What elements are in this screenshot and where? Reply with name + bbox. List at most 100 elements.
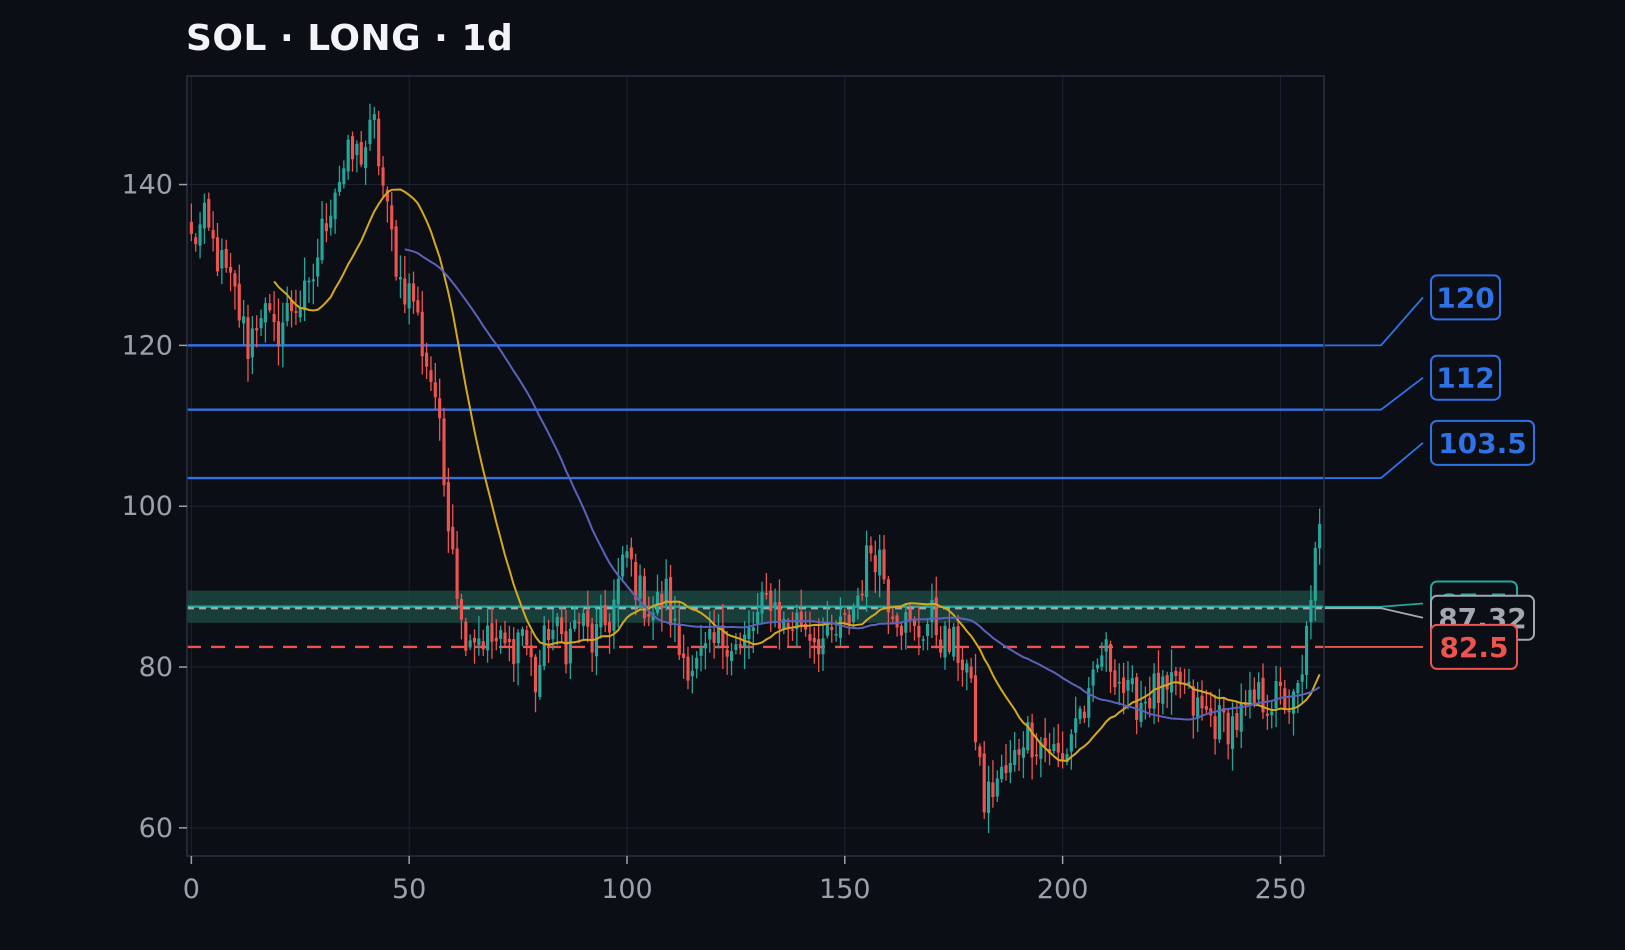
candle-body [547, 629, 551, 641]
candle [1065, 748, 1069, 766]
candle-body [1204, 706, 1208, 710]
candle-body [786, 623, 790, 628]
candle [952, 623, 956, 661]
candle [250, 316, 254, 375]
candle-body [1004, 765, 1008, 774]
candle-body [939, 639, 943, 653]
candle-body [712, 632, 716, 643]
candle-body [747, 627, 751, 639]
candle-body [1318, 524, 1322, 549]
candle-body [734, 644, 738, 651]
candle [381, 156, 385, 197]
candle-body [255, 328, 259, 331]
candle-body [873, 555, 877, 573]
candle-body [316, 257, 320, 277]
candle-body [790, 629, 795, 631]
candle-body [568, 628, 572, 664]
candle-body [1108, 643, 1113, 672]
candle-body [1135, 677, 1139, 720]
candle-body [642, 576, 646, 619]
candle [320, 201, 324, 264]
candle-body [503, 632, 507, 644]
candle-body [394, 226, 398, 277]
candle-body [1287, 710, 1291, 713]
candle [499, 625, 503, 654]
candle [272, 291, 276, 342]
candle [411, 271, 416, 314]
candle-body [1030, 722, 1034, 758]
candle [1078, 705, 1082, 724]
candle [547, 619, 551, 663]
candle-body [629, 547, 633, 560]
candle-body [695, 657, 699, 669]
candle [211, 211, 215, 252]
candle [207, 192, 211, 231]
candle [625, 544, 629, 568]
candle [895, 612, 899, 637]
candle-body [468, 640, 472, 648]
candle-body [956, 626, 960, 664]
candle [1004, 744, 1008, 781]
candle-body [551, 629, 555, 640]
candle [1148, 676, 1152, 718]
candle-body [433, 382, 437, 398]
candle [407, 273, 411, 325]
candle-body [1296, 682, 1300, 694]
candle-body [350, 136, 355, 160]
candle [194, 233, 198, 252]
candle [743, 621, 747, 669]
candle [1026, 716, 1030, 754]
candle-body [438, 398, 442, 419]
candle-body [281, 322, 285, 345]
candle [233, 270, 237, 310]
candle [1122, 662, 1126, 715]
candle [1047, 732, 1052, 766]
candle [220, 238, 224, 285]
candle [695, 651, 699, 679]
candle [973, 653, 978, 751]
candle [281, 302, 285, 368]
candle [660, 580, 664, 632]
candle [285, 286, 289, 327]
candle-body [917, 625, 921, 638]
candle [629, 537, 633, 577]
candle-body [320, 218, 324, 261]
candle [725, 631, 729, 675]
candle-body [329, 215, 333, 228]
candle-body [1174, 670, 1178, 676]
candle-body [1278, 681, 1283, 686]
candle [1017, 738, 1021, 771]
candle [1095, 658, 1100, 673]
candle [1143, 686, 1147, 720]
candle [1087, 677, 1091, 728]
candle-body [812, 637, 816, 643]
candle [516, 629, 520, 686]
y-tick-label: 120 [121, 330, 173, 361]
candle-body [1248, 689, 1252, 704]
candle [1008, 740, 1012, 784]
candle [1265, 694, 1269, 730]
candle-body [259, 318, 263, 329]
candle [1257, 672, 1261, 707]
candle-body [969, 666, 973, 679]
candle [1104, 632, 1108, 672]
candle-body [220, 250, 224, 269]
candle-body [1082, 711, 1086, 719]
candle-body [777, 601, 782, 629]
candle [899, 622, 904, 651]
candle [533, 654, 538, 713]
candle [529, 631, 533, 677]
candle [1230, 702, 1235, 771]
candle-body [324, 223, 328, 232]
candle-body [973, 675, 978, 743]
candle-body [869, 545, 873, 554]
candle-body [525, 630, 529, 646]
candle-body [1078, 708, 1082, 720]
candle-body [224, 248, 228, 268]
candle-body [978, 746, 982, 758]
candle-body [612, 599, 616, 631]
candle-body [1274, 681, 1278, 709]
candle [494, 619, 498, 651]
level-label: 120 [1436, 281, 1494, 314]
candle-body [481, 641, 485, 650]
